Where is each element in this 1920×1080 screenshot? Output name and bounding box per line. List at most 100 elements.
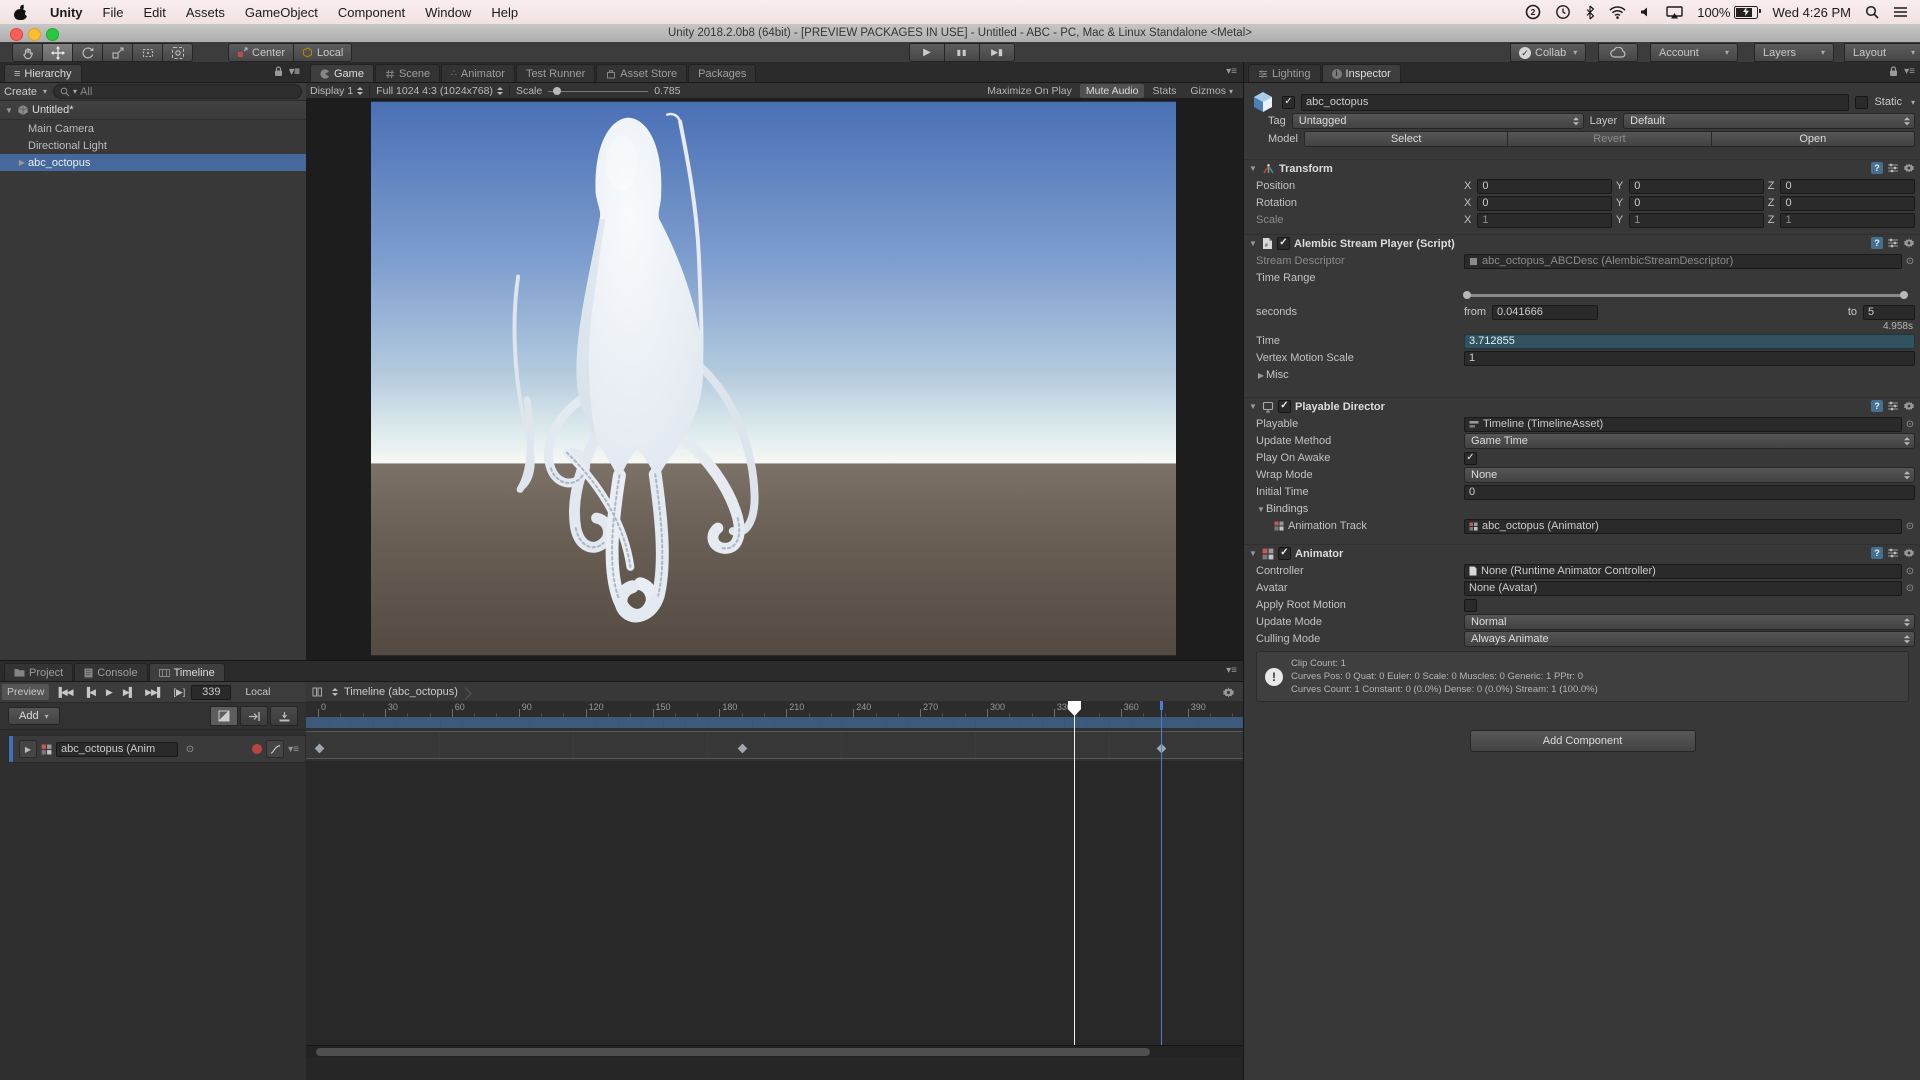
lock-icon[interactable] (1889, 66, 1898, 77)
help-icon[interactable]: ? (1871, 547, 1883, 559)
window-zoom-button[interactable] (46, 28, 59, 41)
active-checkbox[interactable]: ✓ (1282, 96, 1295, 109)
animation-track-header[interactable]: ▶ abc_octopus (Anim ⊙ ▾≡ (8, 735, 306, 763)
slider-max-handle[interactable] (1900, 291, 1908, 299)
goto-end-button[interactable]: ▶▶▌ (140, 684, 167, 700)
menu-window[interactable]: Window (415, 5, 481, 20)
gear-icon[interactable] (1903, 400, 1915, 412)
play-button[interactable]: ▶ (909, 43, 945, 62)
volume-icon[interactable] (1640, 6, 1652, 18)
object-picker-icon[interactable]: ⊙ (1905, 256, 1915, 267)
notification-center-icon[interactable] (1893, 6, 1908, 18)
space-toggle-button[interactable]: Local (294, 43, 352, 62)
animation-track-lane[interactable] (306, 728, 1243, 762)
alembic-component-header[interactable]: ▼ # ✓ Alembic Stream Player (Script) ? (1244, 234, 1920, 252)
tab-animator[interactable]: ∴Animator (441, 64, 515, 82)
tab-game[interactable]: Game (310, 64, 374, 82)
initial-time-field[interactable]: 0 (1464, 485, 1915, 500)
from-field[interactable]: 0.041666 (1492, 305, 1598, 320)
scale-z-field[interactable]: 1 (1780, 213, 1915, 228)
circled-2-icon[interactable]: 2 (1525, 4, 1541, 20)
keyframe-diamond[interactable] (1156, 742, 1169, 755)
panel-menu-icon[interactable]: ▾≡ (1226, 665, 1237, 676)
record-button[interactable] (252, 744, 262, 754)
aspect-dropdown[interactable]: Full 1024 4:3 (1024x768) (376, 85, 503, 97)
menu-gameobject[interactable]: GameObject (235, 5, 328, 20)
spotlight-icon[interactable] (1865, 5, 1879, 19)
tab-asset-store[interactable]: Asset Store (596, 64, 687, 82)
play-button[interactable]: ▶ (101, 684, 117, 700)
scale-slider[interactable] (548, 84, 648, 98)
add-component-button[interactable]: Add Component (1470, 730, 1696, 752)
foldout-icon[interactable]: ▼ (1248, 164, 1258, 173)
to-field[interactable]: 5 (1863, 305, 1915, 320)
foldout-icon[interactable]: ▼ (1248, 549, 1258, 558)
stats-button[interactable]: Stats (1146, 84, 1182, 98)
goto-start-button[interactable]: ▐◀◀ (50, 684, 77, 700)
object-picker-icon[interactable]: ⊙ (1905, 583, 1915, 594)
tab-lighting[interactable]: Lighting (1248, 64, 1321, 82)
time-field[interactable]: 3.712855 (1464, 334, 1915, 349)
timeline-sequence-icon[interactable] (312, 686, 326, 698)
recorded-clip[interactable] (306, 731, 1243, 759)
window-minimize-button[interactable] (28, 28, 41, 41)
static-checkbox[interactable] (1855, 96, 1868, 109)
animation-track-binding-field[interactable]: abc_octopus (Animator) (1464, 519, 1902, 534)
model-open-button[interactable]: Open (1712, 131, 1915, 147)
play-range-toggle[interactable]: [▶] (168, 684, 190, 700)
gear-icon[interactable] (1903, 237, 1915, 249)
pause-button[interactable]: ▮▮ (945, 43, 980, 62)
layers-dropdown[interactable]: Layers▾ (1754, 43, 1834, 62)
transform-component-header[interactable]: ▼ Transform ? (1244, 159, 1920, 177)
presets-icon[interactable] (1887, 237, 1899, 249)
scale-tool-button[interactable] (103, 43, 133, 62)
tab-console[interactable]: Console (74, 663, 147, 681)
wifi-icon[interactable] (1609, 6, 1626, 19)
collab-dropdown[interactable]: ✓ Collab▾ (1510, 43, 1586, 62)
scene-header[interactable]: ▼ Untitled* ▾≡ (0, 101, 306, 120)
object-picker-icon[interactable]: ⊙ (1905, 419, 1915, 430)
update-method-popup[interactable]: Game Time (1464, 433, 1915, 449)
rotate-tool-button[interactable] (73, 43, 103, 62)
move-tool-button[interactable] (43, 43, 73, 62)
playable-director-header[interactable]: ▼ ✓ Playable Director ? (1244, 397, 1920, 415)
step-button[interactable]: ▶▮ (980, 43, 1015, 62)
object-picker-icon[interactable]: ⊙ (185, 744, 195, 755)
next-frame-button[interactable]: ▶▌ (118, 684, 139, 700)
scene-menu-icon[interactable]: ▾≡ (289, 67, 300, 78)
pivot-toggle-button[interactable]: Center (228, 43, 294, 62)
layout-dropdown[interactable]: Layout▾ (1844, 43, 1920, 62)
model-select-button[interactable]: Select (1304, 131, 1508, 147)
component-enabled-checkbox[interactable]: ✓ (1278, 400, 1291, 413)
track-binding-field[interactable]: abc_octopus (Anim (56, 742, 178, 757)
expand-arrow-icon[interactable]: ▶ (16, 158, 28, 167)
replace-mode-button[interactable] (270, 706, 298, 726)
presets-icon[interactable] (1887, 400, 1899, 412)
hierarchy-search-input[interactable]: ▾ All (53, 84, 302, 99)
mute-audio-button[interactable]: Mute Audio (1080, 84, 1145, 98)
time-mode-dropdown[interactable]: Local (240, 684, 275, 700)
tab-packages[interactable]: Packages (688, 64, 756, 82)
tab-hierarchy[interactable]: ≡ Hierarchy (4, 64, 82, 82)
hand-tool-button[interactable] (12, 43, 43, 62)
position-y-field[interactable]: 0 (1629, 179, 1764, 194)
rect-tool-button[interactable] (133, 43, 163, 62)
track-expand-button[interactable]: ▶ (19, 740, 37, 758)
tab-project[interactable]: Project (4, 663, 73, 681)
time-machine-icon[interactable] (1555, 4, 1571, 20)
object-name-field[interactable]: abc_octopus (1301, 94, 1849, 111)
tab-scene[interactable]: Scene (375, 64, 440, 82)
foldout-icon[interactable]: ▼ (1248, 239, 1258, 248)
help-icon[interactable]: ? (1871, 237, 1883, 249)
keyframe-diamond[interactable] (313, 742, 326, 755)
presets-icon[interactable] (1887, 547, 1899, 559)
panel-menu-icon[interactable]: ▾≡ (1904, 66, 1915, 77)
foldout-icon[interactable]: ▶ (1256, 371, 1266, 380)
hierarchy-item-abc-octopus[interactable]: ▶abc_octopus (0, 154, 306, 171)
scale-y-field[interactable]: 1 (1629, 213, 1764, 228)
apple-menu-icon[interactable] (14, 5, 28, 20)
apply-root-motion-checkbox[interactable] (1464, 599, 1477, 612)
window-title-bar[interactable]: Unity 2018.2.0b8 (64bit) - [PREVIEW PACK… (0, 24, 1920, 43)
menu-assets[interactable]: Assets (176, 5, 235, 20)
gear-icon[interactable] (1903, 162, 1915, 174)
